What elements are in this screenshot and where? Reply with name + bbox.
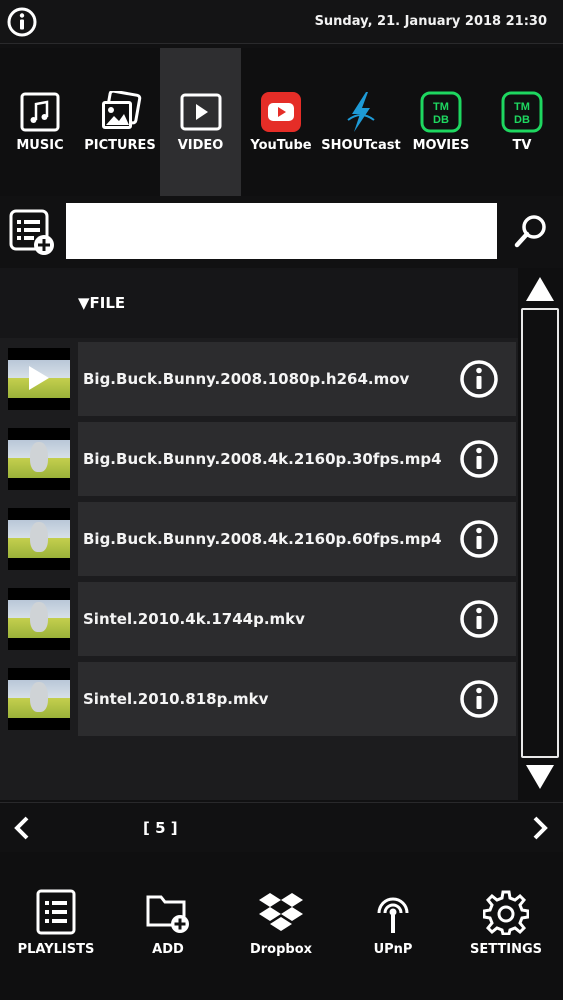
file-name: Sintel.2010.818p.mkv xyxy=(83,690,269,708)
file-name: Big.Buck.Bunny.2008.4k.2160p.60fps.mp4 xyxy=(83,530,442,548)
pictures-icon xyxy=(98,90,142,134)
nav-item-video[interactable]: VIDEO xyxy=(160,48,241,196)
datetime-label: Sunday, 21. January 2018 21:30 xyxy=(314,14,547,29)
tmdb-icon: TM DB xyxy=(419,90,463,134)
shoutcast-icon xyxy=(339,90,383,134)
music-icon xyxy=(18,90,62,134)
scrollbar[interactable] xyxy=(518,268,563,800)
info-icon[interactable] xyxy=(459,679,499,719)
file-column-label[interactable]: ▼FILE xyxy=(78,294,125,312)
nav-item-shoutcast[interactable]: SHOUTcast xyxy=(321,48,401,196)
chevron-right-icon[interactable] xyxy=(528,815,552,841)
svg-text:TM: TM xyxy=(514,101,530,113)
nav-label: MOVIES xyxy=(412,138,470,153)
gear-icon xyxy=(482,888,530,936)
file-name: Big.Buck.Bunny.2008.1080p.h264.mov xyxy=(83,370,410,388)
video-thumbnail xyxy=(8,668,70,730)
search-input[interactable] xyxy=(66,203,497,259)
page-indicator: [ 5 ] xyxy=(143,819,178,837)
info-icon[interactable] xyxy=(6,6,38,38)
nav-item-tv[interactable]: TM DB TV xyxy=(481,48,563,196)
nav-item-youtube[interactable]: YouTube xyxy=(241,48,321,196)
playlist-icon xyxy=(32,888,80,936)
dropbox-icon xyxy=(257,888,305,936)
svg-text:DB: DB xyxy=(433,114,449,126)
list-item[interactable]: Sintel.2010.4k.1744p.mkv xyxy=(0,580,516,658)
nav-label: MUSIC xyxy=(16,138,64,153)
tmdb-icon: TM DB xyxy=(500,90,544,134)
nav-item-pictures[interactable]: PICTURES xyxy=(80,48,160,196)
list-item[interactable]: Big.Buck.Bunny.2008.4k.2160p.60fps.mp4 xyxy=(0,500,516,578)
youtube-icon xyxy=(259,90,303,134)
add-button[interactable]: ADD xyxy=(113,888,223,957)
file-list: ▼FILE Big.Buck.Bunny.2008.1080p.h264.mov… xyxy=(0,268,518,800)
file-name: Big.Buck.Bunny.2008.4k.2160p.30fps.mp4 xyxy=(83,450,442,468)
list-item[interactable]: Big.Buck.Bunny.2008.1080p.h264.mov xyxy=(0,340,516,418)
video-thumbnail xyxy=(8,428,70,490)
upnp-icon xyxy=(369,888,417,936)
dropbox-button[interactable]: Dropbox xyxy=(226,888,336,957)
bottom-label: UPnP xyxy=(373,942,413,957)
video-thumbnail xyxy=(8,508,70,570)
bottom-label: PLAYLISTS xyxy=(17,942,95,957)
nav-label: VIDEO xyxy=(177,138,224,153)
bottom-label: SETTINGS xyxy=(469,942,543,957)
chevron-left-icon[interactable] xyxy=(10,815,34,841)
nav-label: PICTURES xyxy=(84,138,156,153)
scroll-down-icon[interactable] xyxy=(524,762,556,792)
search-icon[interactable] xyxy=(512,212,550,250)
info-icon[interactable] xyxy=(459,519,499,559)
info-icon[interactable] xyxy=(459,439,499,479)
nav-label: SHOUTcast xyxy=(321,138,401,153)
column-header[interactable]: ▼FILE xyxy=(0,268,518,338)
upnp-button[interactable]: UPnP xyxy=(338,888,448,957)
info-icon[interactable] xyxy=(459,599,499,639)
category-nav: MUSIC PICTURES VIDEO YouTube SHOUTcast T… xyxy=(0,48,563,196)
pager: [ 5 ] xyxy=(0,802,563,852)
info-icon[interactable] xyxy=(459,359,499,399)
playlists-button[interactable]: PLAYLISTS xyxy=(1,888,111,957)
svg-text:DB: DB xyxy=(514,114,530,126)
nav-item-movies[interactable]: TM DB MOVIES xyxy=(401,48,481,196)
bottom-label: Dropbox xyxy=(249,942,313,957)
add-to-playlist-icon[interactable] xyxy=(8,208,56,256)
bunny-figure xyxy=(30,682,48,712)
nav-item-music[interactable]: MUSIC xyxy=(0,48,80,196)
nav-label: YouTube xyxy=(250,138,312,153)
add-folder-icon xyxy=(144,888,192,936)
bunny-figure xyxy=(30,602,48,632)
bunny-figure xyxy=(30,442,48,472)
scroll-up-icon[interactable] xyxy=(524,274,556,304)
file-name: Sintel.2010.4k.1744p.mkv xyxy=(83,610,305,628)
video-thumbnail xyxy=(8,348,70,410)
bunny-figure xyxy=(30,522,48,552)
scroll-track[interactable] xyxy=(521,308,559,758)
bottom-toolbar: PLAYLISTS ADD Dropbox UPnP SETTINGS xyxy=(0,852,563,1000)
sort-down-icon: ▼ xyxy=(78,294,90,312)
nav-label: TV xyxy=(512,138,532,153)
svg-text:TM: TM xyxy=(433,101,449,113)
search-row xyxy=(0,198,563,264)
settings-button[interactable]: SETTINGS xyxy=(451,888,561,957)
video-thumbnail xyxy=(8,588,70,650)
list-item[interactable]: Big.Buck.Bunny.2008.4k.2160p.30fps.mp4 xyxy=(0,420,516,498)
list-item[interactable]: Sintel.2010.818p.mkv xyxy=(0,660,516,738)
video-icon xyxy=(179,90,223,134)
bottom-label: ADD xyxy=(152,942,184,957)
status-bar: Sunday, 21. January 2018 21:30 xyxy=(0,0,563,44)
play-icon xyxy=(29,366,49,390)
